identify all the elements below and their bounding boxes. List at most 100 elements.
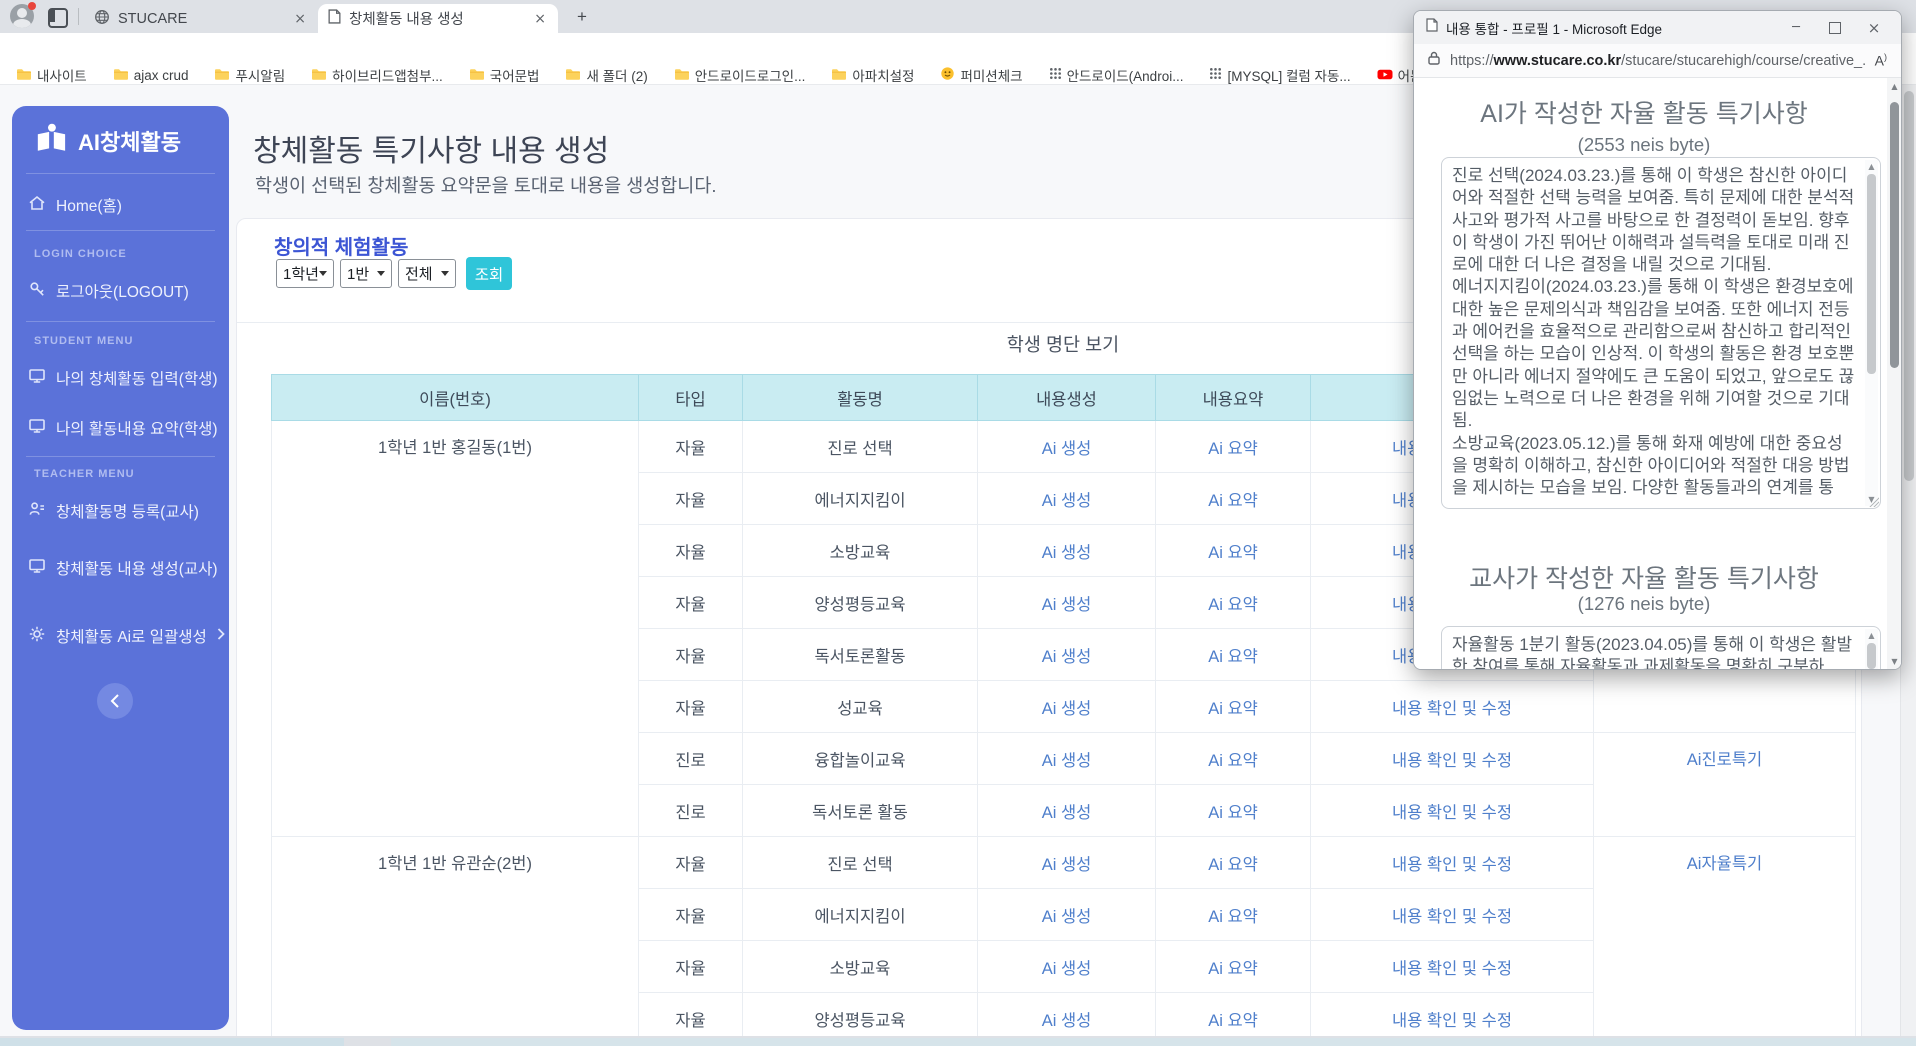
scroll-down-icon[interactable]: ▼ (1887, 655, 1901, 669)
bookmark-item[interactable]: 아파치설정 (831, 65, 914, 85)
content-edit-link[interactable]: 내용 확인 및 수정 (1392, 908, 1512, 926)
sidebar-item-menu[interactable]: 나의 활동내용 요약(학생) (28, 416, 218, 440)
ai-summary-link[interactable]: Ai 요약 (1208, 440, 1258, 458)
bookmark-label: 새 폴더 (2) (586, 69, 648, 84)
page-scrollbar[interactable] (1900, 85, 1916, 1036)
ai-generate-link[interactable]: Ai 생성 (1042, 544, 1092, 562)
bookmark-item[interactable]: 퍼미션체크 (940, 65, 1023, 85)
tab-actions-icon[interactable] (48, 8, 68, 28)
resize-grip[interactable] (1869, 497, 1879, 507)
content-edit-link[interactable]: 내용 확인 및 수정 (1392, 1012, 1512, 1030)
grade-select[interactable]: 1학년 (276, 259, 334, 288)
ai-content-textarea[interactable]: 진로 선택(2024.03.23.)를 통해 이 학생은 참신한 아이디어와 적… (1441, 157, 1881, 509)
sidebar-item-menu[interactable]: 창체활동 내용 생성(교사) (28, 556, 218, 580)
app-logo-label: AI창체활동 (78, 130, 181, 155)
content-generate-cell: Ai 생성 (977, 836, 1156, 889)
sidebar-item-menu[interactable]: 로그아웃(LOGOUT) (28, 279, 218, 303)
content-edit-link[interactable]: 내용 확인 및 수정 (1392, 804, 1512, 822)
scroll-up-icon[interactable]: ▲ (1865, 629, 1878, 642)
chevron-right-icon (217, 627, 225, 645)
content-generate-cell: Ai 생성 (977, 732, 1156, 785)
ai-generate-link[interactable]: Ai 생성 (1042, 648, 1092, 666)
bookmark-item[interactable]: ajax crud (113, 67, 188, 84)
content-generate-cell: Ai 생성 (977, 420, 1156, 473)
sidebar-item-menu[interactable]: 나의 창체활동 입력(학생) (28, 366, 218, 390)
activity-name-cell: 독서토론 활동 (742, 784, 978, 837)
textarea-scrollbar[interactable]: ▲ (1865, 629, 1878, 669)
popup-scrollbar[interactable]: ▲ ▼ (1887, 78, 1901, 669)
textarea-scrollbar[interactable]: ▲ ▼ (1865, 160, 1878, 506)
ai-summary-link[interactable]: Ai 요약 (1208, 752, 1258, 770)
search-button[interactable]: 조회 (466, 257, 512, 290)
close-icon[interactable]: × (1859, 19, 1889, 37)
bookmark-item[interactable]: 푸시알림 (214, 65, 285, 85)
ai-generate-link[interactable]: Ai 생성 (1042, 700, 1092, 718)
scrollbar-thumb[interactable] (1867, 174, 1876, 374)
scrollbar-thumb[interactable] (1867, 643, 1876, 669)
bookmark-item[interactable]: 내사이트 (16, 65, 87, 85)
scroll-up-icon[interactable]: ▲ (1865, 160, 1878, 173)
content-edit-link[interactable]: 내용 확인 및 수정 (1392, 700, 1512, 718)
bookmark-item[interactable]: 안드로이드(Androi... (1049, 65, 1183, 85)
ai-generate-link[interactable]: Ai 생성 (1042, 856, 1092, 874)
content-edit-link[interactable]: 내용 확인 및 수정 (1392, 856, 1512, 874)
browser-tab[interactable]: 창체활동 내용 생성 × (318, 4, 558, 33)
activity-name-cell: 성교육 (742, 680, 978, 733)
ai-summary-link[interactable]: Ai 요약 (1208, 648, 1258, 666)
ai-generate-link[interactable]: Ai 생성 (1042, 804, 1092, 822)
scroll-up-icon[interactable]: ▲ (1887, 80, 1901, 94)
teacher-content-textarea[interactable]: 자율활동 1분기 활동(2023.04.05)를 통해 이 학생은 활발한 참여… (1441, 626, 1881, 669)
maximize-icon[interactable] (1829, 21, 1841, 34)
ai-generate-link[interactable]: Ai 생성 (1042, 752, 1092, 770)
tab-close-icon[interactable]: × (532, 11, 548, 27)
class-select[interactable]: 1반 (340, 259, 392, 288)
ai-summary-link[interactable]: Ai 요약 (1208, 492, 1258, 510)
bookmark-item[interactable]: [MYSQL] 컬럼 자동... (1209, 65, 1351, 85)
ai-generate-link[interactable]: Ai 생성 (1042, 596, 1092, 614)
ai-generate-link[interactable]: Ai 생성 (1042, 908, 1092, 926)
new-tab-button[interactable]: + (572, 7, 592, 27)
bookmark-label: 퍼미션체크 (960, 69, 1023, 84)
sidebar-item-home[interactable]: Home(홈) (28, 193, 218, 217)
person-icon (28, 500, 46, 523)
folder-icon (674, 67, 690, 84)
ai-summary-link[interactable]: Ai 요약 (1208, 908, 1258, 926)
ai-summary-link[interactable]: Ai 요약 (1208, 960, 1258, 978)
ai-summary-link[interactable]: Ai 요약 (1208, 544, 1258, 562)
number-select[interactable]: 전체 (398, 259, 456, 288)
bookmark-item[interactable]: 새 폴더 (2) (565, 65, 648, 85)
bookmark-item[interactable]: 국어문법 (469, 65, 539, 85)
screen: STUCARE×창체활동 내용 생성× + ← ↻ https://www.st… (0, 0, 1916, 1046)
ai-special-link[interactable]: Ai자율특기 (1687, 855, 1762, 873)
ai-summary-link[interactable]: Ai 요약 (1208, 700, 1258, 718)
sidebar-collapse-button[interactable] (97, 683, 133, 719)
ai-summary-link[interactable]: Ai 요약 (1208, 856, 1258, 874)
page-icon (1426, 18, 1438, 37)
bookmark-item[interactable]: 하이브리드앱첨부... (311, 65, 443, 85)
ai-summary-link[interactable]: Ai 요약 (1208, 596, 1258, 614)
ai-generate-link[interactable]: Ai 생성 (1042, 492, 1092, 510)
ai-summary-link[interactable]: Ai 요약 (1208, 1012, 1258, 1030)
sidebar-item-menu[interactable]: 창체활동명 등록(교사) (28, 499, 218, 523)
minimize-icon[interactable]: ─ (1781, 20, 1811, 35)
apps-icon (1209, 67, 1222, 83)
scrollbar-thumb[interactable] (1890, 102, 1899, 368)
bookmark-label: [MYSQL] 컬럼 자동... (1227, 69, 1351, 84)
ai-summary-link[interactable]: Ai 요약 (1208, 804, 1258, 822)
ai-generate-link[interactable]: Ai 생성 (1042, 960, 1092, 978)
ai-generate-link[interactable]: Ai 생성 (1042, 1012, 1092, 1030)
popup-title-bar[interactable]: 내용 통합 - 프로필 1 - Microsoft Edge ─ × (1414, 11, 1901, 44)
app-logo[interactable]: AI창체활동 (34, 122, 181, 160)
content-edit-link[interactable]: 내용 확인 및 수정 (1392, 960, 1512, 978)
bookmark-item[interactable]: 안드로이드로그인... (674, 65, 805, 85)
activity-name-cell: 진로 선택 (742, 420, 978, 473)
ai-generate-link[interactable]: Ai 생성 (1042, 440, 1092, 458)
sidebar-item-menu[interactable]: 창체활동 Ai로 일괄생성 (28, 624, 225, 648)
scrollbar-thumb[interactable] (1904, 91, 1914, 481)
content-summary-cell: Ai 요약 (1155, 836, 1311, 889)
ai-special-link[interactable]: Ai진로특기 (1687, 751, 1762, 769)
tab-close-icon[interactable]: × (292, 11, 308, 27)
browser-tab[interactable]: STUCARE × (84, 4, 318, 33)
content-edit-link[interactable]: 내용 확인 및 수정 (1392, 752, 1512, 770)
read-aloud-icon[interactable]: A) (1875, 52, 1887, 69)
